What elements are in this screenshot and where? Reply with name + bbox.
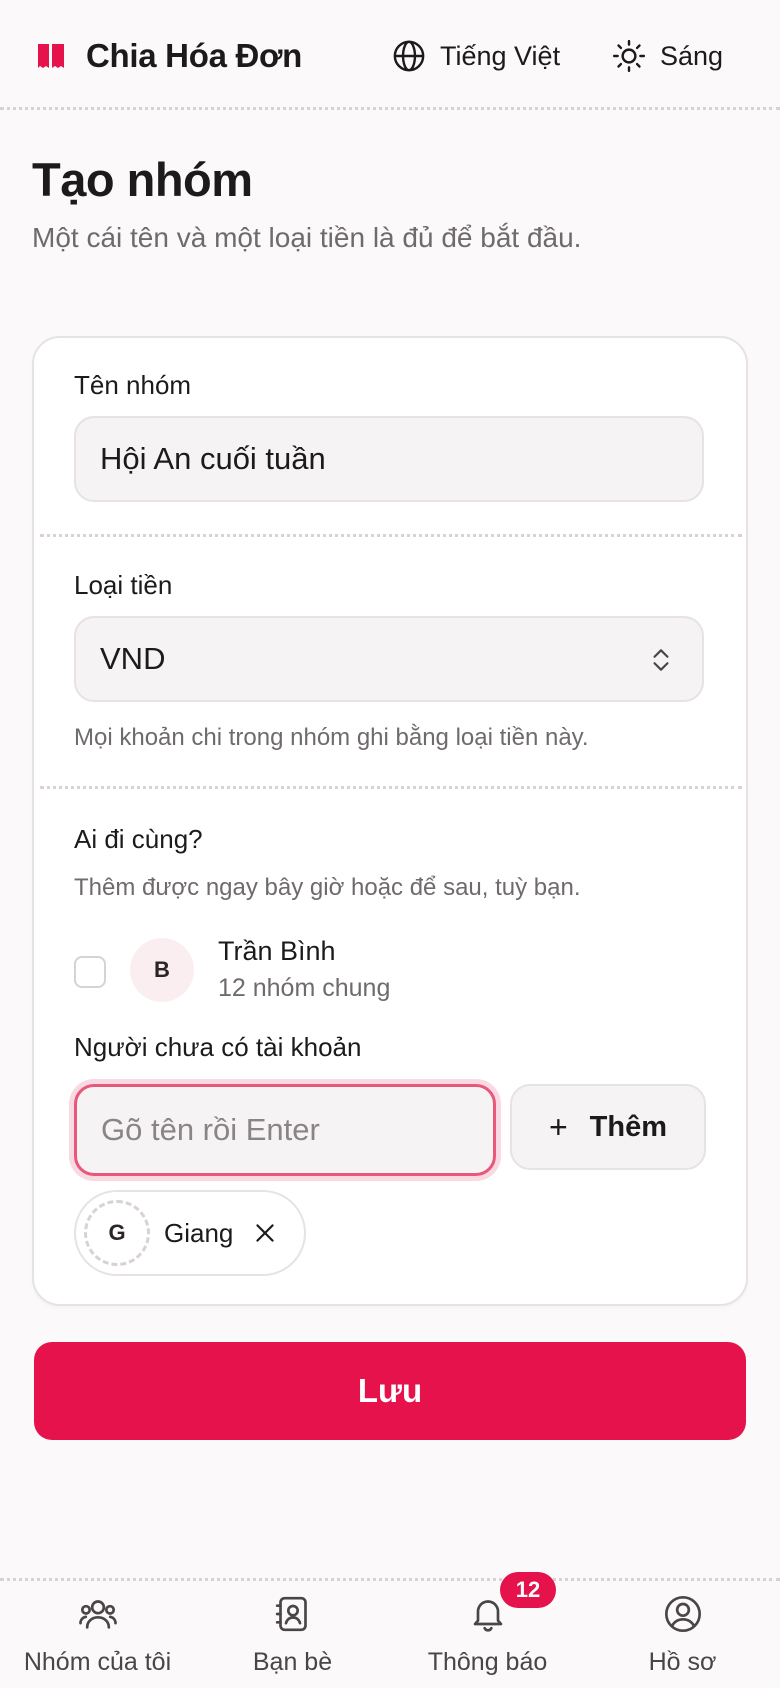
avatar: B (130, 938, 194, 1002)
language-switcher[interactable]: Tiếng Việt (392, 36, 560, 76)
create-group-form: Tên nhóm Hội An cuối tuần Loại tiền VND … (32, 336, 748, 1306)
theme-label: Sáng (660, 40, 724, 71)
guest-name-input[interactable] (74, 1084, 496, 1176)
friend-shared-groups: 12 nhóm chung (218, 974, 391, 1002)
nav-label: Hồ sơ (648, 1648, 717, 1676)
chevron-up-down-icon (653, 649, 669, 671)
friend-checkbox[interactable] (74, 956, 106, 988)
bottom-nav-divider (0, 1578, 780, 1581)
app-header: Chia Hóa Đơn Tiếng Việt Sáng (0, 0, 780, 112)
section-divider (40, 534, 742, 537)
nav-label: Nhóm của tôi (23, 1648, 172, 1676)
avatar: G (84, 1200, 150, 1266)
save-button-label: Lưu (357, 1372, 423, 1409)
group-name-value: Hội An cuối tuần (100, 441, 326, 476)
add-button-label: Thêm (589, 1110, 668, 1143)
nav-item-groups[interactable]: Nhóm của tôi (0, 1594, 195, 1677)
brand[interactable]: Chia Hóa Đơn (36, 34, 302, 78)
guest-chip-name: Giang (164, 1218, 234, 1248)
theme-toggle[interactable]: Sáng (612, 36, 723, 76)
nav-item-notifications[interactable]: Thông báo (390, 1594, 585, 1677)
currency-value: VND (100, 641, 166, 676)
nav-label: Thông báo (427, 1648, 548, 1676)
nav-label: Bạn bè (252, 1648, 333, 1676)
members-label: Ai đi cùng? (74, 824, 203, 854)
members-hint: Thêm được ngay bây giờ hoặc để sau, tuỳ … (74, 874, 581, 901)
guest-chip: G Giang (74, 1190, 306, 1276)
friend-name: Trần Bình (218, 936, 336, 966)
guest-label: Người chưa có tài khoản (74, 1032, 362, 1062)
app-name: Chia Hóa Đơn (86, 37, 303, 74)
close-icon[interactable] (252, 1220, 278, 1246)
currency-hint: Mọi khoản chi trong nhóm ghi bằng loại t… (74, 724, 589, 751)
page-title: Tạo nhóm (32, 153, 253, 206)
receipt-logo-icon (38, 44, 64, 68)
page-subtitle: Một cái tên và một loại tiền là đủ để bắ… (32, 222, 582, 253)
plus-icon: + (548, 1108, 568, 1145)
contacts-icon (275, 1596, 307, 1632)
group-name-input[interactable]: Hội An cuối tuần (74, 416, 704, 502)
profile-icon (664, 1596, 701, 1632)
users-icon (78, 1600, 117, 1629)
bell-icon (473, 1600, 502, 1632)
group-name-label: Tên nhóm (74, 370, 192, 400)
sun-icon (612, 39, 646, 73)
section-divider (40, 786, 742, 789)
add-guest-button[interactable]: + Thêm (510, 1084, 706, 1170)
globe-icon (393, 40, 425, 72)
currency-select[interactable]: VND (74, 616, 704, 702)
header-divider (0, 107, 780, 110)
currency-label: Loại tiền (74, 570, 173, 600)
nav-item-friends[interactable]: Bạn bè (195, 1594, 390, 1677)
save-button[interactable]: Lưu (34, 1342, 746, 1440)
notification-badge: 12 (500, 1572, 556, 1608)
nav-item-profile[interactable]: Hồ sơ (585, 1594, 780, 1677)
language-label: Tiếng Việt (440, 40, 561, 71)
